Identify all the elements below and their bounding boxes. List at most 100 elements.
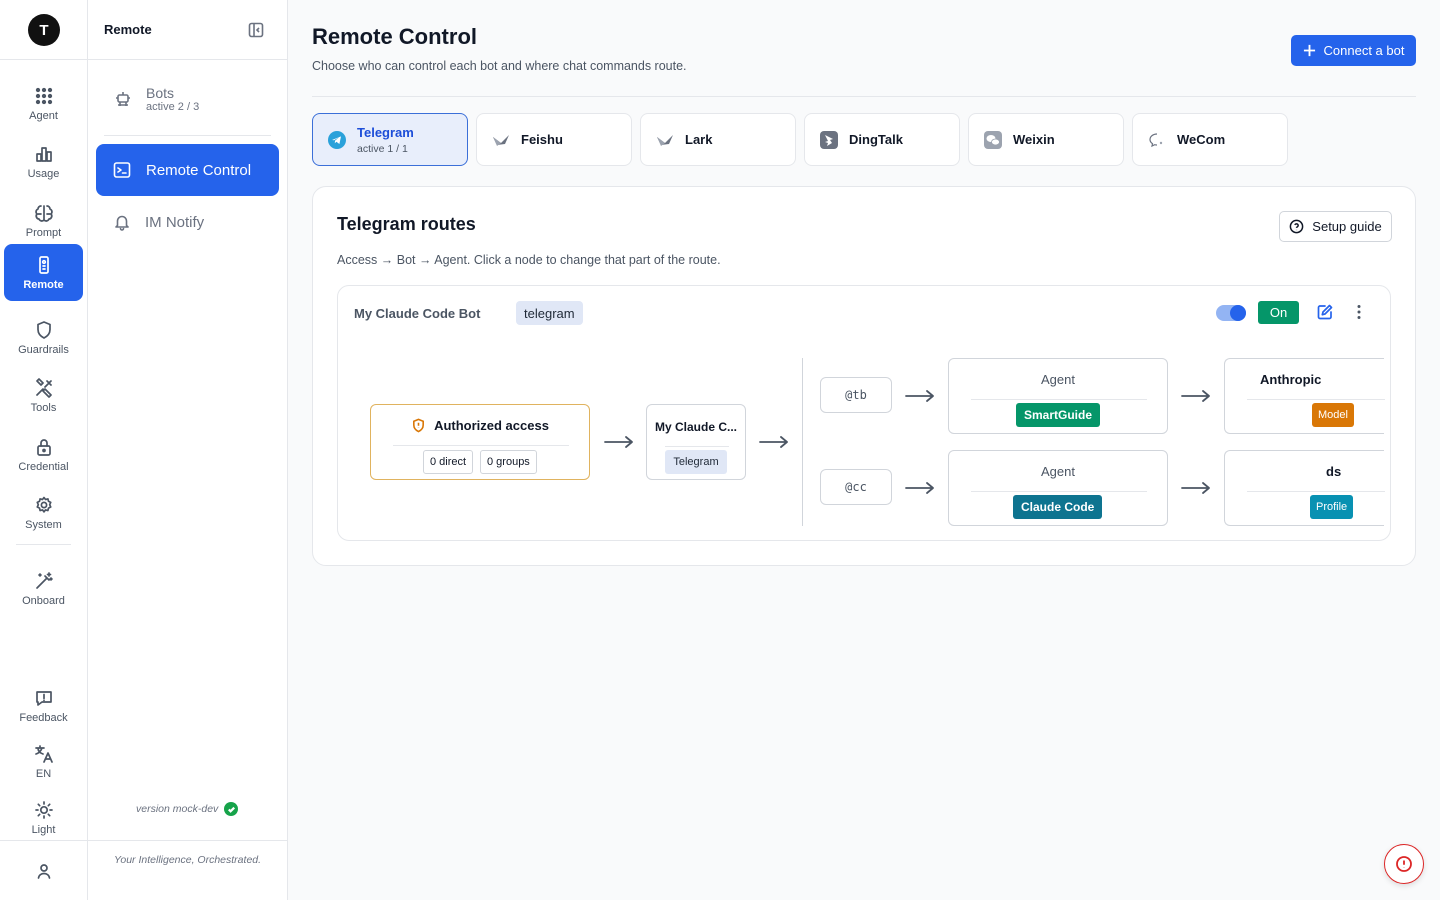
rail-item-label: Light [31, 824, 56, 836]
status-badge: On [1258, 301, 1299, 324]
more-vertical-icon[interactable] [1350, 303, 1368, 321]
rail-item-label: System [25, 519, 62, 531]
feishu-icon [491, 130, 511, 150]
wecom-icon [1147, 130, 1167, 150]
platform-tab-wecom[interactable]: WeCom [1132, 113, 1288, 166]
rail-item-remote[interactable]: Remote [4, 244, 83, 301]
divider [393, 445, 569, 446]
alert-help-button[interactable] [1384, 844, 1424, 884]
platform-tab-dingtalk[interactable]: DingTalk [804, 113, 960, 166]
rail-item-language[interactable]: EN [4, 734, 83, 790]
gear-icon [35, 496, 52, 513]
platform-name: Weixin [1013, 132, 1055, 147]
model-node[interactable]: ds Profile [1224, 450, 1385, 526]
edit-icon[interactable] [1316, 303, 1334, 321]
rail-item-label: Tools [30, 402, 57, 414]
rail-item-onboard[interactable]: Onboard [4, 561, 83, 617]
nav-item-status: active 2 / 3 [146, 100, 200, 113]
agent-node-label: Agent [1041, 372, 1075, 387]
platform-chip: telegram [516, 301, 583, 325]
rail-item-tools[interactable]: Tools [4, 368, 83, 424]
agent-node-label: Agent [1041, 464, 1075, 479]
arrow-right-icon [1180, 389, 1212, 403]
rail-item-feedback[interactable]: Feedback [4, 678, 83, 734]
agent-node[interactable]: Agent Claude Code [948, 450, 1168, 526]
rail-item-usage[interactable]: Usage [4, 134, 83, 190]
message-alert-icon [35, 691, 52, 706]
sun-icon [34, 801, 53, 819]
nav-item-label: Bots [146, 84, 175, 101]
bot-enabled-toggle[interactable] [1216, 305, 1246, 321]
bot-node-title: My Claude C... [654, 420, 737, 434]
nav-item-label: IM Notify [145, 213, 205, 231]
remote-icon [38, 255, 49, 274]
model-node-label: Anthropic [1260, 372, 1322, 387]
routes-card: Telegram routes Setup guide Access → Bot… [312, 186, 1416, 566]
plus-icon [1303, 44, 1315, 57]
translate-icon [34, 745, 53, 763]
divider [1247, 399, 1385, 400]
brain-icon [34, 205, 53, 222]
group-count-chip: 0 groups [480, 450, 537, 474]
rail-item-guardrails[interactable]: Guardrails [4, 310, 83, 366]
nav-item-remote-control[interactable]: Remote Control [96, 144, 279, 196]
shield-alert-icon [413, 418, 425, 433]
rail-item-label: EN [35, 768, 52, 780]
rail-item-theme[interactable]: Light [4, 790, 83, 846]
direct-count-chip: 0 direct [423, 450, 474, 474]
divider [0, 59, 88, 60]
lock-icon [36, 439, 51, 456]
routes-title: Telegram routes [337, 214, 476, 234]
access-node[interactable]: Authorized access 0 direct 0 groups [370, 404, 590, 480]
divider [88, 840, 287, 841]
rail-item-agent[interactable]: Agent [4, 76, 83, 132]
divider [1247, 491, 1385, 492]
platform-tab-lark[interactable]: Lark [640, 113, 796, 166]
page-title: Remote Control [312, 24, 477, 49]
rail-item-label: Onboard [22, 595, 65, 607]
button-label: Setup guide [1312, 219, 1382, 234]
collapse-sidebar-icon[interactable] [248, 22, 264, 38]
platform-tab-telegram[interactable]: Telegram active 1 / 1 [312, 113, 468, 166]
model-node[interactable]: Anthropic Model [1224, 358, 1385, 434]
command-node[interactable]: @tb [820, 377, 892, 413]
bar-chart-icon [35, 147, 52, 162]
rail-item-label: Prompt [25, 227, 62, 239]
command-node[interactable]: @cc [820, 469, 892, 505]
rail-item-prompt[interactable]: Prompt [4, 193, 83, 249]
grid-dots-icon [35, 87, 52, 105]
platform-name: DingTalk [849, 132, 903, 147]
agent-chip: Claude Code [1013, 495, 1103, 519]
check-circle-icon [224, 802, 239, 816]
tools-icon [35, 378, 52, 398]
nav-item-label: Remote Control [146, 161, 252, 179]
bot-node-chip: Telegram [665, 450, 727, 474]
user-icon [37, 864, 50, 879]
rail-item-label: Usage [27, 168, 60, 180]
platform-name: WeCom [1177, 132, 1226, 147]
arrow-right-icon [904, 389, 936, 403]
agent-node[interactable]: Agent SmartGuide [948, 358, 1168, 434]
divider [16, 544, 71, 545]
nav-item-bots[interactable]: Bots active 2 / 3 [104, 76, 274, 122]
model-chip: Model [1312, 403, 1354, 427]
app-logo[interactable]: T [28, 14, 60, 46]
rail-item-label: Credential [18, 461, 69, 473]
user-profile-button[interactable] [4, 843, 83, 899]
rail-item-credential[interactable]: Credential [4, 427, 83, 483]
connect-bot-button[interactable]: Connect a bot [1291, 35, 1416, 66]
bot-name: My Claude Code Bot [354, 306, 481, 321]
nav-item-im-notify[interactable]: IM Notify [104, 202, 279, 242]
version-info: version mock-dev [136, 802, 239, 816]
bot-node[interactable]: My Claude C... Telegram [646, 404, 746, 480]
platform-tab-feishu[interactable]: Feishu [476, 113, 632, 166]
platform-tab-weixin[interactable]: Weixin [968, 113, 1124, 166]
section-nav-header: Remote [88, 0, 287, 60]
setup-guide-button[interactable]: Setup guide [1279, 211, 1392, 242]
divider [971, 491, 1147, 492]
magic-wand-icon [35, 572, 53, 589]
section-title: Remote [104, 22, 152, 37]
rail-item-system[interactable]: System [4, 485, 83, 541]
routes-description: Access → Bot → Agent. Click a node to ch… [337, 253, 721, 267]
access-node-title: Authorized access [371, 418, 589, 433]
